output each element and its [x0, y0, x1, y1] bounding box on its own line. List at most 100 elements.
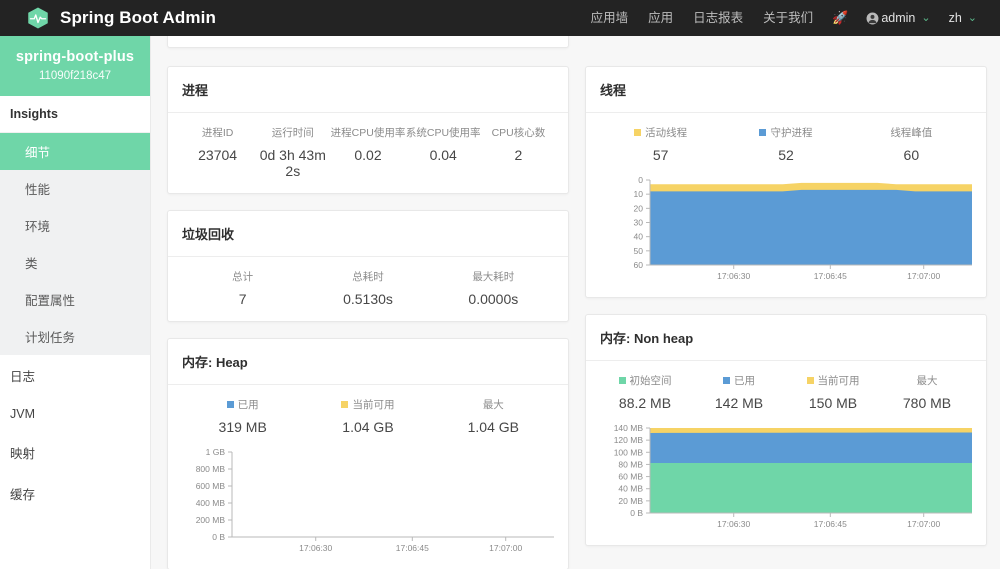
sidebar-instance-header: spring-boot-plus 11090f218c47	[0, 36, 150, 96]
x-axis-tick-label: 17:06:30	[299, 543, 332, 553]
threads-chart: 010203040506017:06:3017:06:4517:07:00	[598, 175, 974, 283]
stat-heap-available: 当前可用 1.04 GB	[305, 397, 430, 435]
language-menu[interactable]: zh ⌄	[940, 11, 986, 25]
stat-live-threads: 活动线程 57	[598, 125, 723, 163]
heap-chart: 1 GB800 MB600 MB400 MB200 MB0 B17:06:301…	[180, 447, 556, 555]
navbar-right: 应用墙 应用 日志报表 关于我们 🚀 admin ⌄ zh ⌄	[581, 0, 986, 36]
x-axis-tick-label: 17:07:00	[907, 271, 940, 281]
y-axis-tick-label: 80 MB	[618, 459, 643, 469]
sidebar-item-classes[interactable]: 类	[0, 244, 150, 281]
legend-swatch	[759, 129, 766, 136]
stat-gc-max-time: 最大耗时 0.0000s	[431, 269, 556, 307]
x-axis-tick-label: 17:06:30	[717, 519, 750, 529]
stat-value: 23704	[180, 147, 255, 163]
sidebar-item-scheduled-tasks[interactable]: 计划任务	[0, 318, 150, 355]
stat-value: 780 MB	[880, 395, 974, 411]
heap-stats: 已用 319 MB 当前可用 1.04 GB 最大	[180, 397, 556, 435]
legend-swatch	[634, 129, 641, 136]
nonheap-stats: 初始空间 88.2 MB 已用 142 MB	[598, 373, 974, 411]
stat-value: 57	[598, 147, 723, 163]
legend-swatch	[227, 401, 234, 408]
x-axis-tick-label: 17:06:30	[717, 271, 750, 281]
process-stats: 进程ID 23704 运行时间 0d 3h 43m 2s 进程CPU使用率 0.…	[180, 125, 556, 179]
stat-value: 7	[180, 291, 305, 307]
stat-value: 1.04 GB	[305, 419, 430, 435]
sidebar-item-jvm[interactable]: JVM	[0, 396, 150, 432]
x-axis-tick-label: 17:06:45	[814, 271, 847, 281]
y-axis-tick-label: 140 MB	[614, 423, 644, 433]
nav-about-us[interactable]: 关于我们	[753, 0, 823, 36]
process-card-body: 进程ID 23704 运行时间 0d 3h 43m 2s 进程CPU使用率 0.…	[168, 113, 568, 193]
y-axis-tick-label: 800 MB	[196, 464, 226, 474]
legend-swatch	[723, 377, 730, 384]
sidebar-item-caches[interactable]: 缓存	[0, 473, 150, 514]
y-axis-tick-label: 40 MB	[618, 484, 643, 494]
x-axis-tick-label: 17:07:00	[907, 519, 940, 529]
stat-nonheap-available: 当前可用 150 MB	[786, 373, 880, 411]
stat-process-id: 进程ID 23704	[180, 125, 255, 179]
legend-swatch	[341, 401, 348, 408]
sidebar-item-environment[interactable]: 环境	[0, 207, 150, 244]
nonheap-chart: 140 MB120 MB100 MB80 MB60 MB40 MB20 MB0 …	[598, 423, 974, 531]
gc-card-title: 垃圾回收	[168, 211, 568, 257]
sidebar-item-mappings[interactable]: 映射	[0, 432, 150, 473]
chart-area-series	[650, 463, 972, 513]
nav-applications-wall[interactable]: 应用墙	[581, 0, 639, 36]
stat-value: 0.0000s	[431, 291, 556, 307]
y-axis-tick-label: 600 MB	[196, 481, 226, 491]
scrolled-card-stub	[167, 36, 569, 48]
threads-stats: 活动线程 57 守护进程 52 线程峰值	[598, 125, 974, 163]
stat-daemon-threads: 守护进程 52	[723, 125, 848, 163]
user-name: admin	[881, 11, 915, 25]
heap-memory-card: 内存: Heap 已用 319 MB	[167, 338, 569, 569]
chart-area-series	[650, 190, 972, 265]
y-axis-tick-label: 60	[634, 260, 644, 270]
sidebar-item-performance[interactable]: 性能	[0, 170, 150, 207]
threads-card-body: 活动线程 57 守护进程 52 线程峰值	[586, 113, 986, 297]
rocket-icon[interactable]: 🚀	[823, 0, 857, 36]
process-card: 进程 进程ID 23704 运行时间 0d 3h 43m 2s 进程CPU使用率	[167, 66, 569, 194]
sidebar-item-config-properties[interactable]: 配置属性	[0, 281, 150, 318]
x-axis-tick-label: 17:06:45	[396, 543, 429, 553]
brand-title: Spring Boot Admin	[60, 8, 216, 28]
sidebar-item-details[interactable]: 细节	[0, 133, 150, 170]
y-axis-tick-label: 20	[634, 203, 644, 213]
stat-value: 1.04 GB	[431, 419, 556, 435]
heap-card-body: 已用 319 MB 当前可用 1.04 GB 最大	[168, 385, 568, 569]
stat-value: 52	[723, 147, 848, 163]
stat-system-cpu-usage: 系统CPU使用率 0.04	[406, 125, 481, 179]
x-axis-tick-label: 17:06:45	[814, 519, 847, 529]
chevron-down-icon: ⌄	[921, 13, 930, 24]
left-column: 进程 进程ID 23704 运行时间 0d 3h 43m 2s 进程CPU使用率	[167, 66, 569, 569]
sidebar-section-insights: Insights	[0, 96, 150, 133]
nonheap-card-body: 初始空间 88.2 MB 已用 142 MB	[586, 361, 986, 545]
stat-value: 0.04	[406, 147, 481, 163]
nonheap-memory-card: 内存: Non heap 初始空间 88.2 MB	[585, 314, 987, 546]
y-axis-tick-label: 120 MB	[614, 435, 644, 445]
stat-gc-total-time: 总耗时 0.5130s	[305, 269, 430, 307]
stat-uptime: 运行时间 0d 3h 43m 2s	[255, 125, 330, 179]
brand[interactable]: Spring Boot Admin	[26, 6, 216, 30]
legend-swatch	[807, 377, 814, 384]
stat-nonheap-used: 已用 142 MB	[692, 373, 786, 411]
user-menu[interactable]: admin ⌄	[857, 11, 939, 25]
stat-heap-max: 最大 1.04 GB	[431, 397, 556, 435]
heap-card-title: 内存: Heap	[168, 339, 568, 385]
nav-applications[interactable]: 应用	[638, 0, 683, 36]
sidebar-insights-group: 细节 性能 环境 类 配置属性 计划任务	[0, 133, 150, 355]
stat-cpu-cores: CPU核心数 2	[481, 125, 556, 179]
stat-process-cpu-usage: 进程CPU使用率 0.02	[330, 125, 405, 179]
stat-value: 60	[849, 147, 974, 163]
y-axis-tick-label: 50	[634, 246, 644, 256]
stat-value: 88.2 MB	[598, 395, 692, 411]
y-axis-tick-label: 0	[638, 175, 643, 185]
process-card-title: 进程	[168, 67, 568, 113]
nav-log-reports[interactable]: 日志报表	[683, 0, 753, 36]
gc-card: 垃圾回收 总计 7 总耗时 0.5130s 最大耗时 0.00	[167, 210, 569, 322]
legend-swatch	[619, 377, 626, 384]
stat-nonheap-max: 最大 780 MB	[880, 373, 974, 411]
y-axis-tick-label: 1 GB	[206, 447, 226, 457]
sidebar-item-logs[interactable]: 日志	[0, 355, 150, 396]
stat-value: 2	[481, 147, 556, 163]
chevron-down-icon: ⌄	[968, 13, 977, 24]
